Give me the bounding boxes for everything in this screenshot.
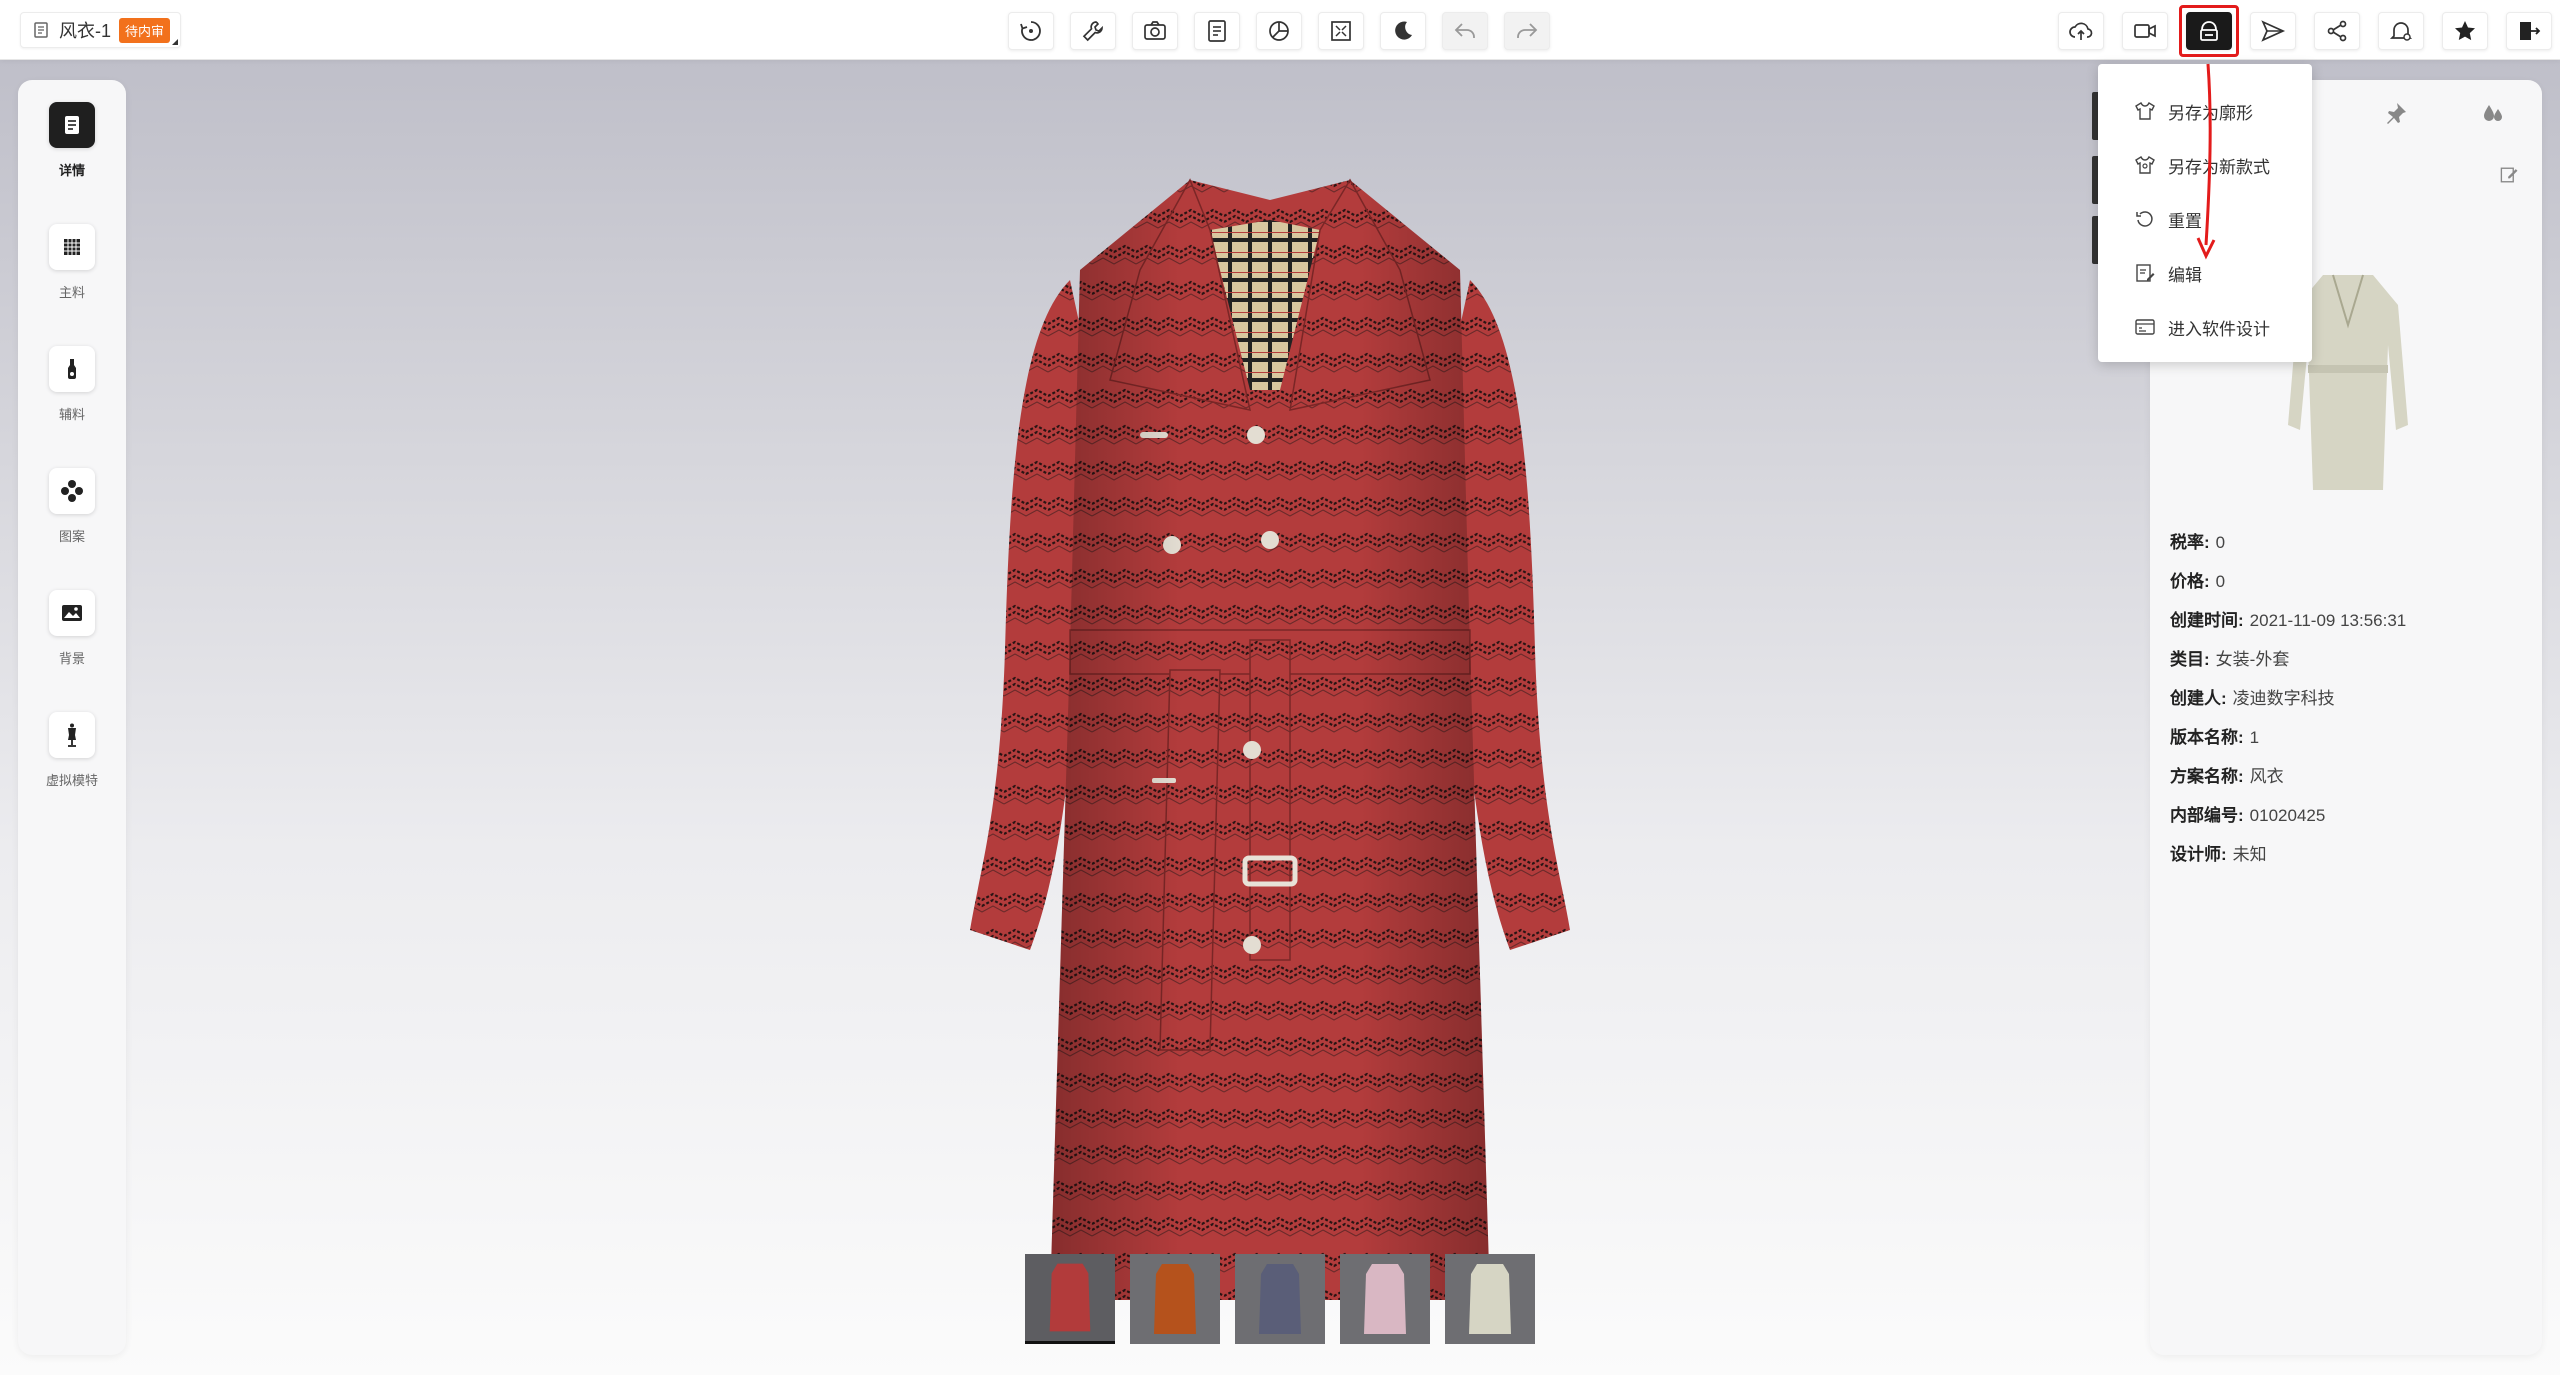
- screenshot-button[interactable]: [1132, 12, 1178, 50]
- report-button[interactable]: [1194, 12, 1240, 50]
- upload-button[interactable]: [2058, 12, 2104, 50]
- save-dropdown-menu: 另存为廓形 另存为新款式 重置 编辑 进入软件设计: [2098, 64, 2312, 362]
- undo-button[interactable]: [1442, 12, 1488, 50]
- cloud-upload-icon: [2069, 22, 2093, 40]
- menu-item-enter-software-design[interactable]: 进入软件设计: [2098, 300, 2312, 354]
- detail-row-creator: 创建人: 凌迪数字科技: [2170, 689, 2335, 708]
- fullscreen-icon: [1331, 21, 1351, 41]
- pie-chart-icon: [1269, 21, 1289, 41]
- star-icon: [2455, 21, 2475, 41]
- redo-button[interactable]: [1504, 12, 1550, 50]
- share-button[interactable]: [2314, 12, 2360, 50]
- menu-item-save-as-new-style[interactable]: 另存为新款式: [2098, 138, 2312, 192]
- fullscreen-button[interactable]: [1318, 12, 1364, 50]
- menu-item-save-as-silhouette[interactable]: 另存为廓形: [2098, 84, 2312, 138]
- document-icon: [65, 116, 79, 134]
- left-sidebar: 详情 主料 辅料 图案 背景 虚拟模特: [18, 80, 126, 1355]
- sidebar-item-label: 辅料: [58, 407, 85, 422]
- sidebar-item-label: 图案: [58, 529, 85, 544]
- video-icon: [2134, 24, 2156, 38]
- water-drops-icon[interactable]: [2480, 100, 2506, 126]
- send-icon: [2261, 20, 2286, 42]
- rotate-icon: [1020, 21, 1041, 41]
- sidebar-item-label: 虚拟模特: [45, 773, 98, 788]
- colorway-thumb-5[interactable]: [1445, 1254, 1535, 1344]
- colorway-thumb-1[interactable]: [1025, 1254, 1115, 1344]
- document-icon: [31, 20, 51, 40]
- image-icon: [62, 605, 82, 621]
- action-toolbar: [2058, 5, 2552, 57]
- favorite-button[interactable]: [2442, 12, 2488, 50]
- video-button[interactable]: [2122, 12, 2168, 50]
- grid-fabric-icon: [64, 239, 80, 255]
- status-badge: 待内审: [119, 17, 171, 43]
- send-button[interactable]: [2250, 12, 2296, 50]
- detail-row-tax: 税率: 0: [2170, 533, 2226, 552]
- details-info-list: 税率: 0 价格: 0 创建时间: 2021-11-09 13:56:31 类目: 女装…: [2170, 528, 2406, 879]
- exit-button[interactable]: [2506, 12, 2552, 50]
- pattern-flower-icon: [61, 480, 83, 502]
- sidebar-item-pattern[interactable]: 图案: [18, 468, 126, 545]
- sidebar-item-label: 主料: [58, 285, 85, 300]
- menu-item-reset[interactable]: 重置: [2098, 192, 2312, 246]
- sidebar-item-trims[interactable]: 辅料: [18, 346, 126, 423]
- garment-3d-model[interactable]: [960, 170, 1580, 1320]
- night-mode-button[interactable]: [1380, 12, 1426, 50]
- share-icon: [2327, 20, 2347, 42]
- document-title: 风衣-1: [59, 21, 112, 41]
- document-title-chip[interactable]: 风衣-1 待内审: [20, 12, 182, 48]
- zipper-icon: [68, 359, 76, 379]
- bell-settings-icon: [2389, 22, 2413, 41]
- camera-icon: [1144, 21, 1166, 40]
- sidebar-item-label: 详情: [58, 163, 85, 178]
- software-icon: [2135, 319, 2155, 335]
- detail-row-designer: 设计师: 未知: [2170, 845, 2267, 864]
- detail-row-category: 类目: 女装-外套: [2170, 650, 2290, 669]
- sidebar-item-main-fabric[interactable]: 主料: [18, 224, 126, 301]
- detail-row-version: 版本名称: 1: [2170, 728, 2260, 747]
- tools-button[interactable]: [1070, 12, 1116, 50]
- exit-icon: [2520, 22, 2541, 40]
- edit-icon[interactable]: [2498, 164, 2520, 186]
- corner-indicator-icon: [172, 39, 179, 45]
- tshirt-icon: [2135, 102, 2155, 120]
- save-button[interactable]: [2179, 5, 2239, 57]
- sidebar-item-label: 背景: [58, 651, 85, 666]
- sidebar-item-avatar[interactable]: 虚拟模特: [18, 712, 126, 789]
- trench-coat-image: [970, 178, 1570, 1300]
- document-icon: [1208, 20, 1226, 42]
- redo-icon: [1517, 23, 1538, 38]
- colorway-thumb-2[interactable]: [1130, 1254, 1220, 1344]
- mannequin-icon: [68, 723, 76, 747]
- menu-item-edit[interactable]: 编辑: [2098, 246, 2312, 300]
- rotate-button[interactable]: [1008, 12, 1054, 50]
- colorway-thumb-3[interactable]: [1235, 1254, 1325, 1344]
- edit-icon: [2136, 264, 2155, 282]
- top-toolbar: 风衣-1 待内审: [0, 0, 2560, 60]
- pin-icon[interactable]: [2383, 100, 2409, 126]
- colorway-thumb-4[interactable]: [1340, 1254, 1430, 1344]
- save-icon: [2200, 21, 2218, 41]
- undo-icon: [1454, 23, 1475, 38]
- detail-row-price: 价格: 0: [2170, 572, 2226, 591]
- sidebar-item-background[interactable]: 背景: [18, 590, 126, 667]
- detail-row-internal-code: 内部编号: 01020425: [2170, 806, 2326, 825]
- wrench-icon: [1082, 21, 1103, 42]
- reset-icon: [2136, 211, 2153, 227]
- colorway-thumbnails: [1025, 1254, 1535, 1344]
- detail-row-created-time: 创建时间: 2021-11-09 13:56:31: [2170, 611, 2407, 630]
- notify-button[interactable]: [2378, 12, 2424, 50]
- tshirt-icon: [2135, 156, 2155, 174]
- view-toolbar: [1008, 12, 1550, 50]
- analysis-button[interactable]: [1256, 12, 1302, 50]
- moon-icon: [1395, 21, 1412, 40]
- sidebar-item-details[interactable]: 详情: [18, 102, 126, 179]
- detail-row-scheme: 方案名称: 风衣: [2170, 767, 2284, 786]
